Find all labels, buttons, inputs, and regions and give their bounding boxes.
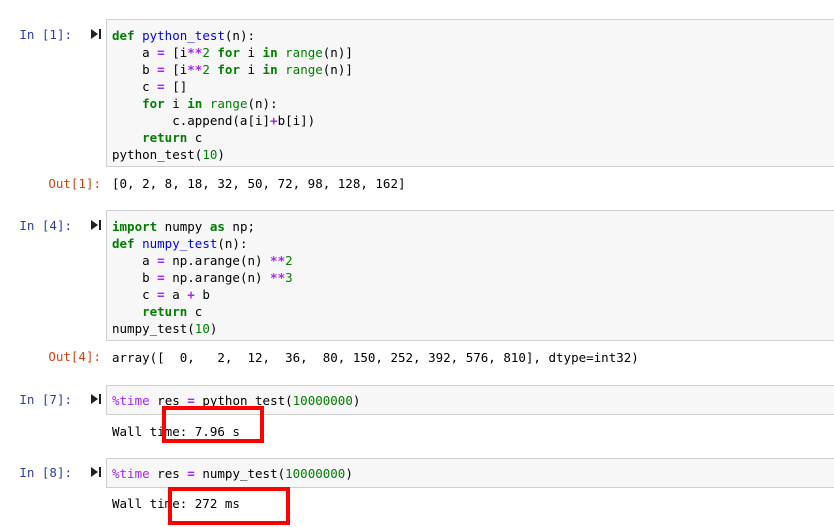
cell-output: [0, 2, 8, 18, 32, 50, 72, 98, 128, 162]	[112, 176, 406, 191]
code-line: c = []	[112, 79, 188, 94]
run-cell-icon[interactable]	[90, 219, 102, 231]
code-line: import numpy as np;	[112, 219, 256, 234]
highlight-box	[162, 406, 264, 443]
code-line: a = [i**2 for i in range(n)]	[112, 45, 353, 60]
code-line: def numpy_test(n):	[112, 236, 248, 251]
code-input-area[interactable]: import numpy as np; def numpy_test(n): a…	[106, 210, 834, 341]
code-input-area[interactable]: %time res = numpy_test(10000000)	[106, 458, 834, 488]
run-cell-icon[interactable]	[90, 466, 102, 478]
code-line: def python_test(n):	[112, 28, 256, 43]
cell-output: array([ 0, 2, 12, 36, 80, 150, 252, 392,…	[112, 350, 639, 365]
code-line: return c	[142, 130, 203, 145]
highlight-box	[168, 487, 290, 525]
code-line: %time res = numpy_test(10000000)	[112, 466, 353, 481]
run-cell-icon[interactable]	[90, 28, 102, 40]
code-input-area[interactable]: def python_test(n): a = [i**2 for i in r…	[106, 19, 834, 167]
code-line: b = np.arange(n) **3	[112, 270, 293, 285]
code-line: b = [i**2 for i in range(n)]	[112, 62, 353, 77]
code-line: python_test(10)	[112, 147, 225, 162]
code-line: c = a + b	[112, 287, 210, 302]
input-prompt: In [4]:	[19, 218, 72, 233]
code-line: c.append(a[i]+b[i])	[112, 113, 316, 128]
code-line: a = np.arange(n) **2	[112, 253, 293, 268]
code-line: return c	[142, 304, 203, 319]
input-prompt: In [7]:	[19, 392, 72, 407]
output-prompt: Out[1]:	[48, 176, 101, 191]
output-prompt: Out[4]:	[48, 349, 101, 364]
run-cell-icon[interactable]	[90, 393, 102, 405]
code-line: for i in range(n):	[142, 96, 278, 111]
input-prompt: In [1]:	[19, 27, 72, 42]
code-line: numpy_test(10)	[112, 321, 218, 336]
input-prompt: In [8]:	[19, 465, 72, 480]
